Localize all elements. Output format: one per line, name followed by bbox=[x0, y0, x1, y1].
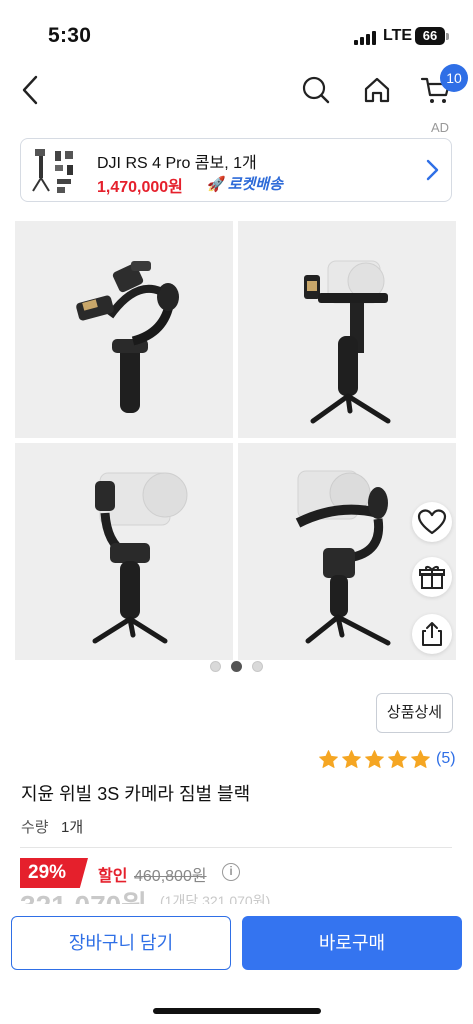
status-bar: 5:30 LTE 66 bbox=[0, 0, 473, 60]
product-image-3 bbox=[15, 443, 233, 660]
product-image-1 bbox=[15, 221, 233, 438]
pager-dot[interactable] bbox=[210, 661, 221, 672]
ad-banner[interactable]: DJI RS 4 Pro 콤보, 1개 1,470,000원 🚀 로켓배송 bbox=[20, 138, 452, 202]
quantity-label: 수량 bbox=[21, 819, 49, 836]
gift-icon bbox=[419, 566, 445, 589]
network-label: LTE bbox=[383, 27, 413, 44]
search-button[interactable] bbox=[294, 68, 338, 112]
product-image-2 bbox=[238, 221, 456, 438]
quantity-value: 1개 bbox=[61, 819, 84, 836]
share-button[interactable] bbox=[412, 614, 452, 654]
gallery-pager[interactable] bbox=[0, 661, 473, 673]
home-indicator bbox=[153, 1008, 321, 1014]
sale-price: 321,070원 bbox=[20, 890, 147, 904]
star-icon bbox=[411, 749, 430, 768]
battery-icon: 66 bbox=[415, 27, 445, 45]
sale-price-row: 321,070원 (1개당 321,070원) bbox=[20, 890, 320, 904]
wishlist-button[interactable] bbox=[412, 502, 452, 542]
ad-label: AD bbox=[431, 120, 450, 135]
review-count-link[interactable]: (5) bbox=[436, 750, 456, 768]
ad-price: 1,470,000원 bbox=[97, 179, 183, 196]
star-icon bbox=[388, 749, 407, 768]
top-nav-bar bbox=[0, 60, 473, 120]
ad-product-thumbnail bbox=[27, 145, 79, 197]
original-price: 460,800원 bbox=[134, 868, 207, 885]
cart-count-badge: 10 bbox=[440, 64, 468, 92]
unit-price: (1개당 321,070원) bbox=[160, 893, 271, 904]
status-time: 5:30 bbox=[48, 24, 92, 47]
discount-rate-badge: 29% bbox=[20, 858, 88, 888]
divider bbox=[20, 847, 452, 848]
share-icon bbox=[422, 622, 442, 646]
star-icon bbox=[342, 749, 361, 768]
home-button[interactable] bbox=[355, 68, 399, 112]
pager-dot[interactable] bbox=[252, 661, 263, 672]
add-to-cart-button[interactable]: 장바구니 담기 bbox=[11, 916, 231, 970]
rating-stars[interactable] bbox=[318, 748, 433, 770]
battery-tip bbox=[446, 33, 449, 40]
ad-title: DJI RS 4 Pro 콤보, 1개 bbox=[97, 155, 257, 172]
buy-now-button[interactable]: 바로구매 bbox=[242, 916, 462, 970]
back-icon bbox=[22, 75, 38, 105]
product-title: 지윤 위빌 3S 카메라 짐벌 블랙 bbox=[21, 784, 251, 804]
discount-label: 할인 bbox=[98, 868, 128, 885]
heart-icon bbox=[417, 509, 447, 535]
chevron-right-icon bbox=[426, 159, 439, 181]
product-detail-button[interactable]: 상품상세 bbox=[376, 693, 453, 733]
rocket-icon: 🚀 bbox=[207, 176, 226, 193]
info-icon[interactable]: i bbox=[222, 863, 240, 881]
search-icon bbox=[302, 76, 330, 104]
rocket-delivery-label: 로켓배송 bbox=[227, 176, 283, 193]
home-icon bbox=[364, 77, 390, 103]
back-button[interactable] bbox=[8, 68, 52, 112]
rocket-delivery-badge: 🚀 로켓배송 bbox=[207, 173, 283, 194]
gift-button[interactable] bbox=[412, 557, 452, 597]
product-image-gallery[interactable] bbox=[15, 221, 458, 661]
pager-dot[interactable] bbox=[231, 661, 242, 672]
bottom-action-bar: 장바구니 담기 바로구매 bbox=[0, 904, 473, 1024]
star-icon bbox=[319, 749, 338, 768]
signal-icon bbox=[354, 31, 378, 45]
star-icon bbox=[365, 749, 384, 768]
